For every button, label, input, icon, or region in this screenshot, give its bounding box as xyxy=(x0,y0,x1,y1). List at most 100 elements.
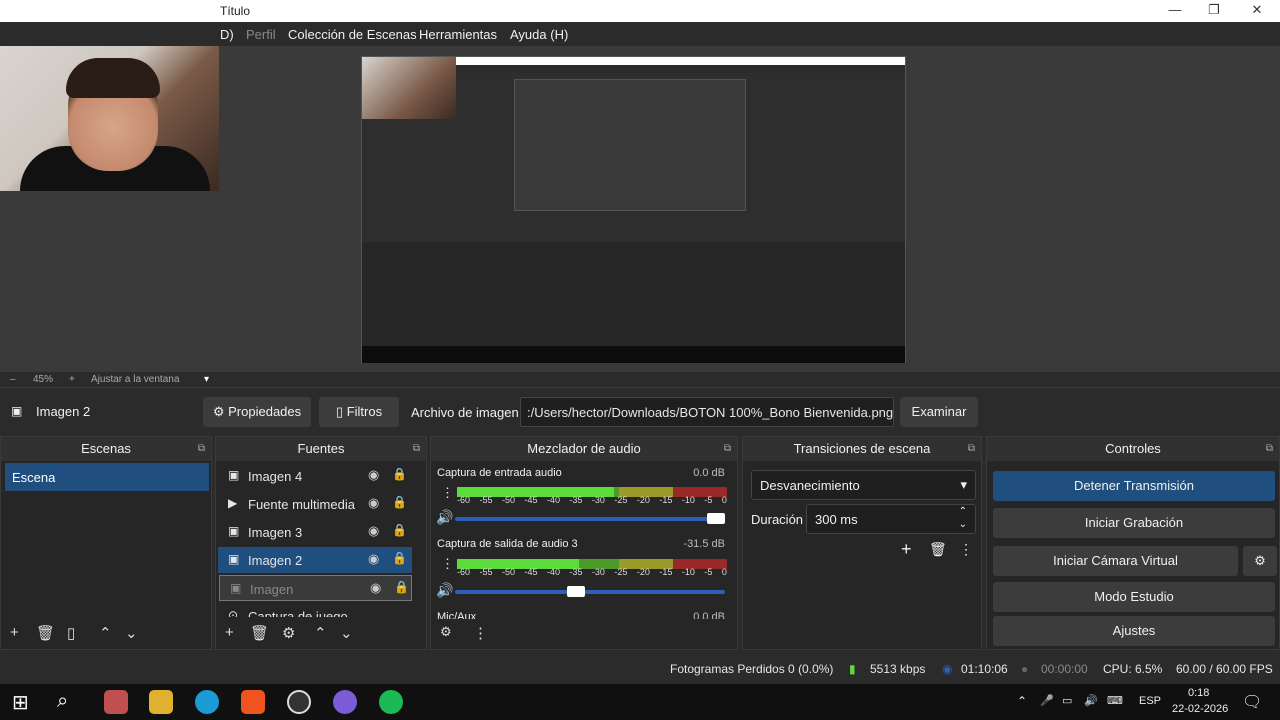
up-arrow-icon[interactable]: ⌃ xyxy=(314,624,327,642)
undock-icon[interactable]: ⧉ xyxy=(198,437,205,461)
eye-icon[interactable]: ◉ xyxy=(370,580,381,596)
browse-button[interactable]: Examinar xyxy=(900,397,978,427)
live-icon: ◉ xyxy=(942,662,953,676)
source-item-hover[interactable]: ▣ Imagen ◉ 🔒 xyxy=(219,575,412,601)
trash-icon[interactable]: 🗑 xyxy=(929,541,947,558)
zoom-in-button[interactable]: + xyxy=(69,374,75,385)
lock-icon[interactable]: 🔒 xyxy=(392,523,407,537)
transitions-dock: Transiciones de escena ⧉ Desvanecimiento ▾… xyxy=(742,436,982,650)
speaker-icon[interactable]: 🔊 xyxy=(436,509,453,526)
add-icon[interactable]: + xyxy=(901,539,912,560)
lock-icon[interactable]: 🔒 xyxy=(392,551,407,565)
down-arrow-icon[interactable]: ⌄ xyxy=(340,624,353,642)
search-icon[interactable]: ⌕ xyxy=(57,690,81,714)
play-icon: ▶ xyxy=(228,496,238,510)
source-item[interactable]: ⊙ Captura de juego xyxy=(218,603,412,617)
menu-item-d[interactable]: D) xyxy=(220,27,234,42)
kebab-icon[interactable]: ⋮ xyxy=(441,556,454,572)
scene-item[interactable]: Escena xyxy=(5,463,209,491)
fit-window-label[interactable]: Ajustar a la ventana xyxy=(91,374,179,385)
gear-icon[interactable]: ⚙ xyxy=(282,624,295,642)
source-item[interactable]: ▣ Imagen 4 ◉ 🔒 xyxy=(218,463,412,489)
stepper-icon[interactable]: ⌃ ⌄ xyxy=(959,505,967,531)
undock-icon[interactable]: ⧉ xyxy=(1266,437,1273,461)
clock-time[interactable]: 0:18 xyxy=(1188,687,1209,699)
language[interactable]: ESP xyxy=(1139,695,1161,707)
eye-icon[interactable]: ◉ xyxy=(368,495,379,511)
mic-icon[interactable]: 🎤 xyxy=(1040,694,1054,707)
clock-date[interactable]: 22-02-2026 xyxy=(1172,703,1228,715)
add-icon[interactable]: + xyxy=(225,624,234,641)
keyboard-icon[interactable]: ⌨ xyxy=(1107,694,1123,707)
studio-mode-button[interactable]: Modo Estudio xyxy=(993,582,1275,612)
trash-icon[interactable]: 🗑 xyxy=(250,624,269,642)
gear-icon[interactable]: ⚙ xyxy=(1243,546,1277,576)
undock-icon[interactable]: ⧉ xyxy=(724,437,731,461)
edge-icon[interactable] xyxy=(195,690,219,714)
eye-icon[interactable]: ◉ xyxy=(368,551,379,567)
eye-icon[interactable]: ◉ xyxy=(368,467,379,483)
source-item[interactable]: ▣ Imagen 3 ◉ 🔒 xyxy=(218,519,412,545)
add-icon[interactable]: + xyxy=(10,624,19,641)
up-arrow-icon[interactable]: ⌃ xyxy=(99,624,112,642)
notification-icon[interactable]: 🗨 xyxy=(1242,692,1262,712)
file-explorer-icon[interactable] xyxy=(149,690,173,714)
fps: 60.00 / 60.00 FPS xyxy=(1176,662,1273,676)
bitrate: 5513 kbps xyxy=(870,662,926,676)
file-path-field[interactable]: :/Users/hector/Downloads/BOTON 100%_Bono… xyxy=(520,397,894,427)
duration-spinbox[interactable]: 300 ms ⌃ ⌄ xyxy=(806,504,976,534)
menu-bar: D) Perfil Colección de Escenas Herramien… xyxy=(0,22,1280,46)
filters-label: Filtros xyxy=(346,404,383,419)
spotify-icon[interactable] xyxy=(379,690,403,714)
zoom-dropdown-icon[interactable]: ▾ xyxy=(204,374,209,385)
network-icon[interactable]: ▭ xyxy=(1062,694,1072,707)
eye-icon[interactable]: ◉ xyxy=(368,523,379,539)
image-icon: ▣ xyxy=(11,404,23,418)
undock-icon[interactable]: ⧉ xyxy=(413,437,420,461)
menu-item-tools[interactable]: Herramientas xyxy=(419,27,497,42)
lock-icon[interactable]: 🔒 xyxy=(394,580,409,594)
minimize-icon[interactable]: — xyxy=(1160,2,1190,20)
gear-icon[interactable]: ⚙ xyxy=(440,624,452,640)
brave-icon[interactable] xyxy=(241,690,265,714)
restore-icon[interactable]: ❐ xyxy=(1199,2,1229,20)
controls-title: Controles xyxy=(1105,441,1161,456)
start-recording-button[interactable]: Iniciar Grabación xyxy=(993,508,1275,538)
menu-item-scene-collection[interactable]: Colección de Escenas xyxy=(288,27,417,42)
down-arrow-icon[interactable]: ⌄ xyxy=(125,624,138,642)
transition-select[interactable]: Desvanecimiento ▾ xyxy=(751,470,976,500)
close-icon[interactable]: ✕ xyxy=(1242,2,1272,20)
obs-icon[interactable] xyxy=(287,690,311,714)
volume-slider[interactable] xyxy=(455,586,725,597)
discord-icon[interactable] xyxy=(333,690,357,714)
virtual-camera-button[interactable]: Iniciar Cámara Virtual xyxy=(993,546,1238,576)
volume-icon[interactable]: 🔊 xyxy=(1084,694,1098,707)
scenes-dock: Escenas ⧉ Escena + 🗑 ▯ ⌃ ⌄ xyxy=(0,436,212,650)
chevron-up-icon[interactable]: ⌃ xyxy=(1017,694,1027,708)
filter-icon[interactable]: ▯ xyxy=(67,624,75,642)
speaker-icon[interactable]: 🔊 xyxy=(436,582,453,599)
settings-button[interactable]: Ajustes xyxy=(993,616,1275,646)
stop-stream-button[interactable]: Detener Transmisión xyxy=(993,471,1275,501)
properties-button[interactable]: ⚙ Propiedades xyxy=(203,397,311,427)
source-item-selected[interactable]: ▣ Imagen 2 ◉ 🔒 xyxy=(218,547,412,573)
volume-slider[interactable] xyxy=(455,513,725,524)
menu-item-help[interactable]: Ayuda (H) xyxy=(510,27,568,42)
source-item[interactable]: ▶ Fuente multimedia ◉ 🔒 xyxy=(218,491,412,517)
undock-icon[interactable]: ⧉ xyxy=(968,437,975,461)
kebab-icon[interactable]: ⋮ xyxy=(473,624,488,642)
menu-item-profile[interactable]: Perfil xyxy=(246,27,276,42)
filters-button[interactable]: ▯ Filtros xyxy=(319,397,399,427)
trash-icon[interactable]: 🗑 xyxy=(36,624,55,642)
lock-icon[interactable]: 🔒 xyxy=(392,467,407,481)
zoom-out-button[interactable]: – xyxy=(10,374,16,385)
window-title: Título xyxy=(220,4,251,18)
windows-start-icon[interactable]: ⊞ xyxy=(12,690,36,714)
kebab-icon[interactable]: ⋮ xyxy=(959,541,973,558)
lock-icon[interactable]: 🔒 xyxy=(392,495,407,509)
sources-dock: Fuentes ⧉ ▣ Imagen 4 ◉ 🔒 ▶ Fuente multimedia ◉… xyxy=(215,436,427,650)
kebab-icon[interactable]: ⋮ xyxy=(441,485,454,501)
app-icon[interactable] xyxy=(104,690,128,714)
preview-area[interactable] xyxy=(0,46,1280,372)
gamepad-icon: ⊙ xyxy=(228,608,239,617)
